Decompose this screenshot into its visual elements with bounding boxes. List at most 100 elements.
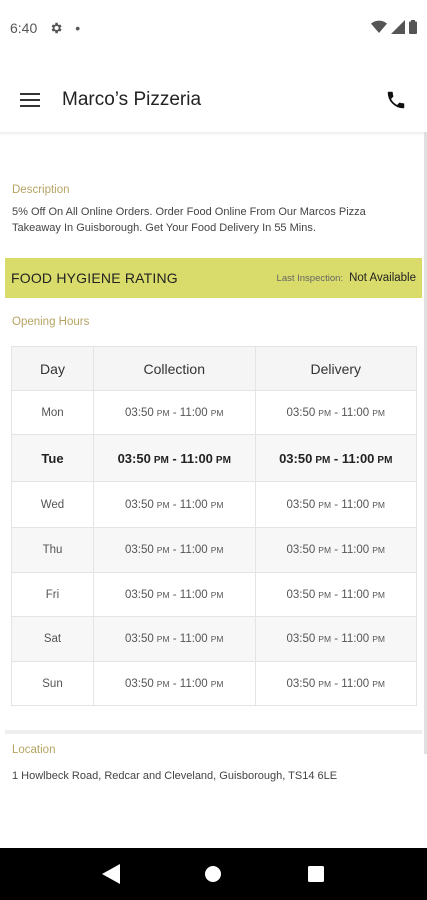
ampm-label: PM bbox=[156, 589, 170, 600]
time-separator: - bbox=[331, 677, 342, 690]
time-separator: - bbox=[169, 633, 180, 645]
ampm-label: PM bbox=[318, 499, 332, 510]
back-triangle-icon[interactable] bbox=[96, 859, 126, 889]
phone-icon[interactable] bbox=[383, 87, 409, 113]
collection-time-cell: 03:50 PM - 11:00 PM bbox=[93, 481, 256, 528]
app-bar-shadow bbox=[0, 132, 427, 136]
ampm-label: PM bbox=[318, 589, 332, 600]
delivery-time-cell: 03:50 PM - 11:00 PM bbox=[254, 661, 417, 706]
last-inspection-value: Not Available bbox=[349, 272, 416, 284]
delivery-time-cell: 03:50 PM - 11:00 PM bbox=[254, 572, 417, 617]
time-value: 03:50 bbox=[125, 633, 154, 645]
hygiene-title: FOOD HYGIENE RATING bbox=[11, 270, 178, 286]
ampm-label: PM bbox=[210, 545, 224, 555]
time-value: 11:00 bbox=[341, 498, 370, 511]
ampm-label: PM bbox=[156, 545, 170, 555]
opening-hours-table: Day Collection Delivery Mon 03:50 PM - 11:… bbox=[11, 346, 417, 706]
status-icons bbox=[371, 19, 417, 37]
time-value: 11:00 bbox=[341, 588, 370, 601]
ampm-label: PM bbox=[318, 545, 332, 555]
time-separator: - bbox=[331, 633, 342, 645]
time-separator: - bbox=[330, 450, 342, 466]
location-label: Location bbox=[12, 744, 56, 756]
description-text: 5% Off On All Online Orders. Order Food … bbox=[12, 206, 366, 234]
hamburger-menu-icon[interactable] bbox=[18, 88, 42, 112]
ampm-label: PM bbox=[215, 454, 231, 466]
time-value: 11:00 bbox=[341, 544, 370, 556]
ampm-label: PM bbox=[318, 634, 332, 644]
food-hygiene-banner: FOOD HYGIENE RATING Last Inspection: Not… bbox=[5, 258, 422, 298]
table-header-row: Day Collection Delivery bbox=[11, 346, 417, 391]
delivery-time-cell: 03:50 PM - 11:00 PM bbox=[254, 527, 417, 573]
collection-time-cell: 03:50 PM - 11:00 PM bbox=[93, 527, 256, 573]
time-value: 03:50 bbox=[125, 406, 154, 419]
time-separator: - bbox=[169, 406, 180, 419]
time-value: 11:00 bbox=[341, 450, 375, 466]
wifi-icon bbox=[371, 20, 387, 37]
ampm-label: PM bbox=[210, 499, 224, 510]
time-value: 03:50 bbox=[279, 450, 313, 466]
ampm-label: PM bbox=[156, 407, 170, 418]
ampm-label: PM bbox=[318, 678, 332, 689]
table-row: Sun 03:50 PM - 11:00 PM 03:50 PM - 11:00 PM bbox=[11, 661, 417, 706]
time-separator: - bbox=[331, 588, 342, 601]
day-cell: Mon bbox=[11, 390, 94, 435]
header-day: Day bbox=[11, 346, 94, 391]
time-separator: - bbox=[169, 588, 180, 601]
notification-dot: • bbox=[75, 20, 81, 36]
page-title: Marco’s Pizzeria bbox=[62, 89, 202, 110]
ampm-label: PM bbox=[210, 634, 224, 644]
time-separator: - bbox=[169, 498, 180, 511]
table-row: Wed 03:50 PM - 11:00 PM 03:50 PM - 11:00 PM bbox=[11, 481, 417, 528]
time-value: 11:00 bbox=[341, 677, 370, 690]
day-cell: Sun bbox=[11, 661, 94, 706]
delivery-time-cell: 03:50 PM - 11:00 PM bbox=[254, 481, 417, 528]
status-bar: 6:40 • bbox=[0, 0, 427, 56]
ampm-label: PM bbox=[315, 454, 331, 466]
gear-icon bbox=[49, 21, 63, 35]
time-separator: - bbox=[169, 677, 180, 690]
ampm-label: PM bbox=[372, 499, 385, 510]
app-bar: Marco’s Pizzeria bbox=[0, 70, 427, 130]
time-value: 11:00 bbox=[179, 498, 208, 511]
delivery-time-cell: 03:50 PM - 11:00 PM bbox=[254, 616, 417, 662]
opening-hours-label: Opening Hours bbox=[12, 316, 90, 328]
time-value: 03:50 bbox=[286, 633, 316, 645]
collection-time-cell: 03:50 PM - 11:00 PM bbox=[93, 434, 256, 482]
ampm-label: PM bbox=[156, 634, 170, 644]
table-row: Thu 03:50 PM - 11:00 PM 03:50 PM - 11:00 PM bbox=[11, 527, 417, 573]
day-cell: Fri bbox=[11, 572, 94, 617]
time-separator: - bbox=[331, 406, 342, 419]
ampm-label: PM bbox=[318, 407, 332, 418]
time-separator: - bbox=[169, 544, 180, 556]
collection-time-cell: 03:50 PM - 11:00 PM bbox=[93, 390, 256, 435]
status-time: 6:40 bbox=[10, 20, 38, 36]
recents-square-icon[interactable] bbox=[301, 859, 331, 889]
time-value: 03:50 bbox=[125, 544, 154, 556]
time-value: 11:00 bbox=[179, 544, 208, 556]
time-value: 03:50 bbox=[125, 588, 154, 601]
time-separator: - bbox=[331, 544, 342, 556]
time-value: 03:50 bbox=[286, 588, 316, 601]
table-row: Mon 03:50 PM - 11:00 PM 03:50 PM - 11:00 PM bbox=[11, 390, 417, 435]
ampm-label: PM bbox=[210, 589, 224, 600]
time-value: 03:50 bbox=[117, 450, 151, 466]
last-inspection-label: Last Inspection: bbox=[276, 272, 344, 284]
day-cell: Tue bbox=[11, 434, 94, 482]
collection-time-cell: 03:50 PM - 11:00 PM bbox=[93, 661, 256, 706]
ampm-label: PM bbox=[156, 499, 170, 510]
home-circle-icon[interactable] bbox=[198, 859, 228, 889]
ampm-label: PM bbox=[210, 407, 224, 418]
battery-icon bbox=[409, 19, 417, 37]
ampm-label: PM bbox=[372, 634, 385, 644]
delivery-time-cell: 03:50 PM - 11:00 PM bbox=[254, 390, 417, 435]
time-value: 11:00 bbox=[341, 406, 370, 419]
description-label: Description bbox=[12, 184, 70, 196]
day-cell: Sat bbox=[11, 616, 94, 662]
ampm-label: PM bbox=[156, 678, 170, 689]
day-cell: Thu bbox=[11, 527, 94, 573]
time-value: 11:00 bbox=[179, 633, 208, 645]
signal-icon bbox=[391, 19, 405, 37]
ampm-label: PM bbox=[153, 454, 169, 466]
time-separator: - bbox=[331, 498, 342, 511]
